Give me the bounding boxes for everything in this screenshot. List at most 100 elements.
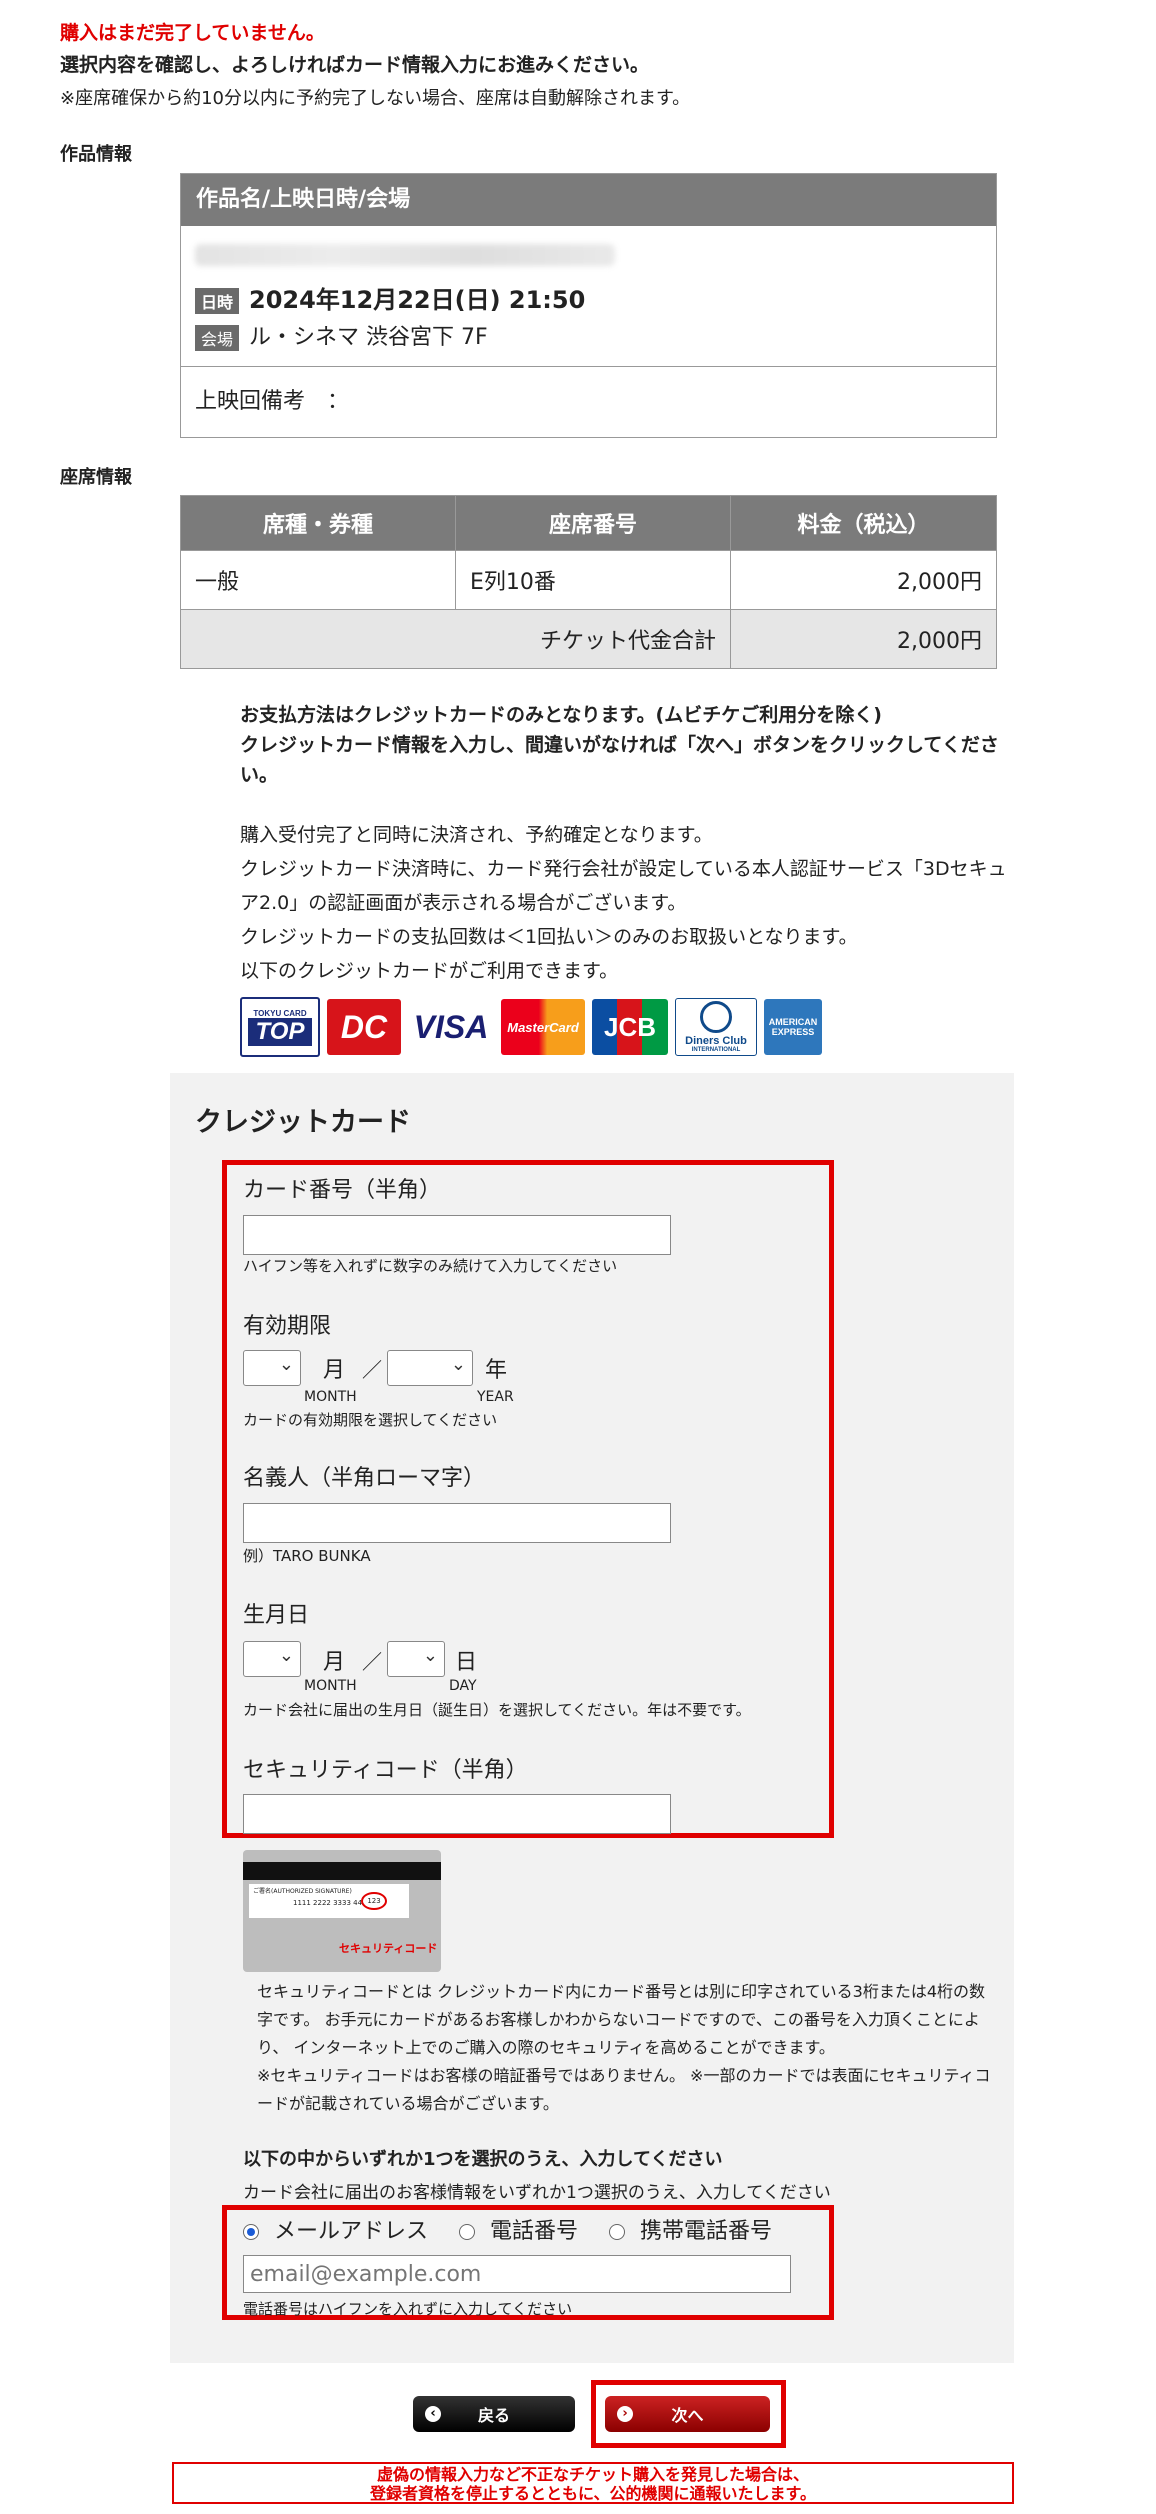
email-option-label[interactable]: メールアドレス — [274, 2219, 428, 2244]
mastercard-logo: MasterCard — [501, 999, 585, 1055]
work-info-body: 日時 2024年12月22日(日) 21:50 会場 ル・シネマ 渋谷宮下 7F — [181, 226, 996, 367]
cardholder-name-input[interactable] — [243, 1503, 671, 1543]
col-ticket-type: 席種・券種 — [180, 495, 456, 551]
day-unit: 日 — [455, 1650, 478, 1675]
payment-info-4: 以下のクレジットカードがご利用できます。 — [240, 960, 619, 982]
phone-option-label[interactable]: 電話番号 — [490, 2219, 578, 2244]
showtime-row: 日時 2024年12月22日(日) 21:50 — [195, 280, 585, 315]
contact-options: メールアドレス 電話番号 携帯電話番号 — [243, 2213, 772, 2245]
seat-info-label: 座席情報 — [60, 467, 132, 488]
date-tag: 日時 — [195, 288, 240, 314]
tokyu-text: TOP — [247, 1017, 313, 1046]
security-code-description: セキュリティコードとは クレジットカード内にカード番号とは別に印字されている3桁… — [257, 1978, 992, 2118]
seat-number: E列10番 — [455, 550, 731, 610]
day-sub-label: DAY — [449, 1678, 477, 1694]
cardholder-name-label: 名義人（半角ローマ字） — [243, 1466, 486, 1491]
price: 2,000円 — [730, 550, 997, 610]
jcb-logo: JCB — [592, 999, 668, 1055]
total-price: 2,000円 — [730, 609, 997, 669]
tokyu-card-logo: TOKYU CARD TOP — [240, 997, 320, 1057]
next-button[interactable]: › 次へ — [605, 2396, 770, 2432]
payment-info: 購入受付完了と同時に決済され、予約確定となります。 クレジットカード決済時に、カ… — [240, 818, 1020, 988]
card-logos: TOKYU CARD TOP DC VISA MasterCard JCB Di… — [240, 997, 822, 1057]
screening-note: 上映回備考 ： — [195, 389, 350, 414]
incomplete-notice: 購入はまだ完了していません。 — [60, 22, 325, 44]
expiry-label: 有効期限 — [243, 1314, 332, 1339]
fraud-warning: 虚偽の情報入力など不正なチケット購入を発見した場合は、 登録者資格を停止するとと… — [172, 2462, 1014, 2504]
diners-small-text: INTERNATIONAL — [691, 1047, 741, 1053]
cardholder-name-hint: 例）TARO BUNKA — [243, 1547, 371, 1565]
contact-hint: 電話番号はハイフンを入れずに入力してください — [243, 2300, 573, 2318]
blurred-title — [195, 244, 615, 266]
security-code-label: セキュリティコード（半角） — [243, 1758, 528, 1783]
card-number-hint: ハイフン等を入れずに数字のみ続けて入力してください — [243, 1257, 618, 1275]
contact-subtitle: カード会社に届出のお客様情報をいずれか1つ選択のうえ、入力してください — [243, 2183, 831, 2203]
work-info-table: 作品名/上映日時/会場 日時 2024年12月22日(日) 21:50 会場 ル・シ… — [180, 173, 997, 438]
total-row: チケット代金合計 2,000円 — [180, 609, 997, 669]
card-number-label: カード番号（半角） — [243, 1178, 442, 1203]
birth-month-unit: 月 — [323, 1650, 346, 1675]
venue-tag: 会場 — [195, 325, 240, 351]
work-info-header: 作品名/上映日時/会場 — [181, 174, 996, 226]
seat-table-header: 席種・券種 座席番号 料金（税込） — [180, 495, 997, 551]
confirm-notice: 選択内容を確認し、よろしければカード情報入力にお進みください。 — [60, 54, 650, 76]
mobile-option-label[interactable]: 携帯電話番号 — [640, 2219, 772, 2244]
birthday-hint: カード会社に届出の生月日（誕生日）を選択してください。年は不要です。 — [243, 1701, 751, 1719]
visa-logo: VISA — [408, 999, 494, 1055]
next-button-label: 次へ — [671, 2406, 704, 2425]
back-arrow-icon: ‹ — [425, 2406, 441, 2422]
security-code-card-image: ご署名(AUTHORIZED SIGNATURE) 1111 2222 3333… — [243, 1850, 441, 1972]
showtime: 2024年12月22日(日) 21:50 — [249, 286, 586, 314]
expiry-month-select[interactable] — [243, 1350, 301, 1386]
col-price: 料金（税込） — [730, 495, 997, 551]
back-button[interactable]: ‹ 戻る — [413, 2396, 575, 2432]
payment-note-1: お支払方法はクレジットカードのみとなります。(ムビチケご利用分を除く) — [240, 704, 882, 726]
diners-text: Diners Club — [685, 1035, 747, 1047]
payment-info-3: クレジットカードの支払回数は＜1回払い＞のみのお取扱いとなります。 — [240, 926, 858, 948]
security-code-caption: セキュリティコード — [339, 1942, 438, 1955]
security-code-input[interactable] — [243, 1794, 671, 1834]
back-button-label: 戻る — [477, 2406, 510, 2425]
release-notice: ※座席確保から約10分以内に予約完了しない場合、座席は自動解除されます。 — [60, 88, 691, 109]
payment-method-note: お支払方法はクレジットカードのみとなります。(ムビチケご利用分を除く) クレジッ… — [240, 700, 1020, 790]
payment-info-1: 購入受付完了と同時に決済され、予約確定となります。 — [240, 824, 713, 846]
next-arrow-icon: › — [617, 2406, 633, 2422]
payment-info-2: クレジットカード決済時に、カード発行会社が設定している本人認証サービス「3Dセキ… — [240, 858, 1007, 914]
diners-club-logo: Diners Club INTERNATIONAL — [675, 998, 757, 1056]
total-label: チケット代金合計 — [180, 609, 731, 669]
amex-logo: AMERICAN EXPRESS — [764, 999, 822, 1055]
security-code-highlight: 123 — [361, 1892, 387, 1910]
venue-row: 会場 ル・シネマ 渋谷宮下 7F — [195, 319, 488, 351]
birth-slash: ／ — [362, 1650, 382, 1674]
col-seat-number: 座席番号 — [455, 495, 731, 551]
contact-input[interactable] — [243, 2255, 791, 2293]
table-row: 一般 E列10番 2,000円 — [180, 550, 997, 610]
phone-radio[interactable] — [459, 2224, 476, 2240]
expiry-hint: カードの有効期限を選択してください — [243, 1411, 498, 1429]
seat-table: 席種・券種 座席番号 料金（税込） 一般 E列10番 2,000円 チケット代金… — [180, 495, 997, 669]
expiry-slash: ／ — [362, 1358, 382, 1382]
contact-title: 以下の中からいずれか1つを選択のうえ、入力してください — [243, 2149, 723, 2170]
warning-line-2: 登録者資格を停止するとともに、公的機関に通報いたします。 — [370, 2484, 816, 2503]
warning-line-1: 虚偽の情報入力など不正なチケット購入を発見した場合は、 — [376, 2465, 809, 2484]
birth-month-sub-label: MONTH — [304, 1678, 357, 1694]
birth-month-select[interactable] — [243, 1641, 301, 1677]
mobile-radio[interactable] — [609, 2224, 626, 2240]
birthday-label: 生月日 — [243, 1603, 310, 1628]
card-number-input[interactable] — [243, 1215, 671, 1255]
email-radio[interactable] — [243, 2224, 259, 2240]
year-sub-label: YEAR — [477, 1389, 514, 1405]
expiry-year-select[interactable] — [387, 1350, 473, 1386]
ticket-type: 一般 — [180, 550, 456, 610]
credit-form-title: クレジットカード — [195, 1107, 411, 1138]
month-sub-label: MONTH — [304, 1389, 357, 1405]
birth-day-select[interactable] — [387, 1641, 445, 1677]
dc-card-logo: DC — [327, 999, 401, 1055]
diners-circle-icon — [700, 1001, 732, 1033]
year-unit: 年 — [485, 1358, 508, 1383]
magnetic-stripe — [243, 1862, 441, 1880]
security-desc-1: セキュリティコードとは クレジットカード内にカード番号とは別に印字されている3桁… — [257, 1982, 986, 2057]
tokyu-small-text: TOKYU CARD — [253, 1008, 307, 1018]
venue: ル・シネマ 渋谷宮下 7F — [249, 325, 488, 350]
payment-note-2: クレジットカード情報を入力し、間違いがなければ「次へ」ボタンをクリックしてくださ… — [240, 734, 999, 786]
